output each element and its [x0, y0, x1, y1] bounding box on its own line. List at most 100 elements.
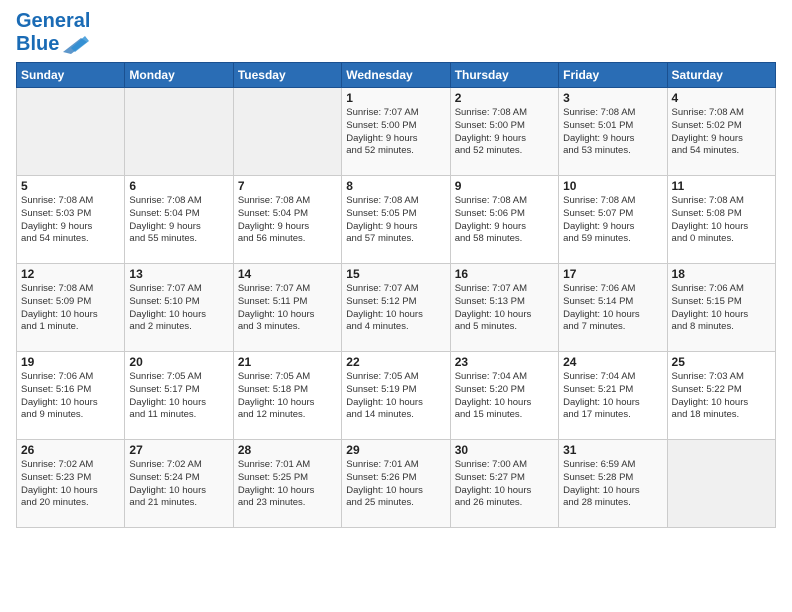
day-info: Sunrise: 6:59 AM Sunset: 5:28 PM Dayligh… — [563, 459, 662, 510]
day-info: Sunrise: 7:07 AM Sunset: 5:10 PM Dayligh… — [129, 283, 228, 334]
day-number: 12 — [21, 267, 120, 281]
day-info: Sunrise: 7:00 AM Sunset: 5:27 PM Dayligh… — [455, 459, 554, 510]
day-info: Sunrise: 7:03 AM Sunset: 5:22 PM Dayligh… — [672, 371, 771, 422]
day-info: Sunrise: 7:08 AM Sunset: 5:06 PM Dayligh… — [455, 195, 554, 246]
weekday-header-saturday: Saturday — [667, 63, 775, 88]
day-number: 30 — [455, 443, 554, 457]
day-info: Sunrise: 7:01 AM Sunset: 5:25 PM Dayligh… — [238, 459, 337, 510]
calendar-cell: 22 Sunrise: 7:05 AM Sunset: 5:19 PM Dayli… — [342, 352, 450, 440]
weekday-header-thursday: Thursday — [450, 63, 558, 88]
calendar-cell: 13 Sunrise: 7:07 AM Sunset: 5:10 PM Dayli… — [125, 264, 233, 352]
day-info: Sunrise: 7:06 AM Sunset: 5:16 PM Dayligh… — [21, 371, 120, 422]
calendar-cell: 14 Sunrise: 7:07 AM Sunset: 5:11 PM Dayli… — [233, 264, 341, 352]
day-info: Sunrise: 7:02 AM Sunset: 5:23 PM Dayligh… — [21, 459, 120, 510]
day-number: 2 — [455, 91, 554, 105]
weekday-header-friday: Friday — [559, 63, 667, 88]
day-number: 27 — [129, 443, 228, 457]
calendar-cell: 20 Sunrise: 7:05 AM Sunset: 5:17 PM Dayli… — [125, 352, 233, 440]
weekday-header-tuesday: Tuesday — [233, 63, 341, 88]
calendar-cell: 7 Sunrise: 7:08 AM Sunset: 5:04 PM Daylig… — [233, 176, 341, 264]
day-number: 13 — [129, 267, 228, 281]
day-number: 23 — [455, 355, 554, 369]
calendar-cell: 1Sunrise: 7:07 AM Sunset: 5:00 PM Daylig… — [342, 88, 450, 176]
calendar-cell — [17, 88, 125, 176]
day-number: 7 — [238, 179, 337, 193]
day-number: 6 — [129, 179, 228, 193]
calendar-cell: 31 Sunrise: 6:59 AM Sunset: 5:28 PM Dayli… — [559, 440, 667, 528]
calendar-cell — [233, 88, 341, 176]
day-number: 22 — [346, 355, 445, 369]
weekday-header-monday: Monday — [125, 63, 233, 88]
day-info: Sunrise: 7:05 AM Sunset: 5:17 PM Dayligh… — [129, 371, 228, 422]
day-info: Sunrise: 7:08 AM Sunset: 5:02 PM Dayligh… — [672, 107, 771, 158]
logo-blue: Blue — [16, 33, 90, 56]
calendar-cell: 2 Sunrise: 7:08 AM Sunset: 5:00 PM Daylig… — [450, 88, 558, 176]
day-number: 10 — [563, 179, 662, 193]
day-info: Sunrise: 7:08 AM Sunset: 5:00 PM Dayligh… — [455, 107, 554, 158]
day-info: Sunrise: 7:04 AM Sunset: 5:20 PM Dayligh… — [455, 371, 554, 422]
calendar-cell: 3Sunrise: 7:08 AM Sunset: 5:01 PM Daylig… — [559, 88, 667, 176]
page: General Blue SundayMondayTuesdayWednesda — [0, 0, 792, 612]
day-number: 11 — [672, 179, 771, 193]
day-number: 14 — [238, 267, 337, 281]
calendar-cell: 29 Sunrise: 7:01 AM Sunset: 5:26 PM Dayli… — [342, 440, 450, 528]
day-info: Sunrise: 7:01 AM Sunset: 5:26 PM Dayligh… — [346, 459, 445, 510]
calendar-cell: 5Sunrise: 7:08 AM Sunset: 5:03 PM Daylig… — [17, 176, 125, 264]
day-number: 31 — [563, 443, 662, 457]
day-number: 24 — [563, 355, 662, 369]
calendar-cell: 23 Sunrise: 7:04 AM Sunset: 5:20 PM Dayli… — [450, 352, 558, 440]
day-info: Sunrise: 7:08 AM Sunset: 5:05 PM Dayligh… — [346, 195, 445, 246]
week-row-4: 26 Sunrise: 7:02 AM Sunset: 5:23 PM Dayli… — [17, 440, 776, 528]
day-info: Sunrise: 7:08 AM Sunset: 5:09 PM Dayligh… — [21, 283, 120, 334]
calendar-cell — [125, 88, 233, 176]
day-number: 26 — [21, 443, 120, 457]
day-info: Sunrise: 7:07 AM Sunset: 5:11 PM Dayligh… — [238, 283, 337, 334]
header: General Blue — [16, 10, 776, 56]
calendar-cell: 27 Sunrise: 7:02 AM Sunset: 5:24 PM Dayli… — [125, 440, 233, 528]
day-info: Sunrise: 7:07 AM Sunset: 5:13 PM Dayligh… — [455, 283, 554, 334]
day-info: Sunrise: 7:02 AM Sunset: 5:24 PM Dayligh… — [129, 459, 228, 510]
day-info: Sunrise: 7:07 AM Sunset: 5:00 PM Dayligh… — [346, 107, 445, 158]
day-number: 20 — [129, 355, 228, 369]
day-number: 4 — [672, 91, 771, 105]
calendar-cell: 26 Sunrise: 7:02 AM Sunset: 5:23 PM Dayli… — [17, 440, 125, 528]
day-info: Sunrise: 7:05 AM Sunset: 5:19 PM Dayligh… — [346, 371, 445, 422]
calendar-cell: 25 Sunrise: 7:03 AM Sunset: 5:22 PM Dayli… — [667, 352, 775, 440]
day-info: Sunrise: 7:08 AM Sunset: 5:03 PM Dayligh… — [21, 195, 120, 246]
day-number: 28 — [238, 443, 337, 457]
calendar-cell: 9 Sunrise: 7:08 AM Sunset: 5:06 PM Daylig… — [450, 176, 558, 264]
day-info: Sunrise: 7:05 AM Sunset: 5:18 PM Dayligh… — [238, 371, 337, 422]
day-number: 15 — [346, 267, 445, 281]
day-info: Sunrise: 7:07 AM Sunset: 5:12 PM Dayligh… — [346, 283, 445, 334]
calendar-cell: 24 Sunrise: 7:04 AM Sunset: 5:21 PM Dayli… — [559, 352, 667, 440]
calendar-cell — [667, 440, 775, 528]
calendar-cell: 28 Sunrise: 7:01 AM Sunset: 5:25 PM Dayli… — [233, 440, 341, 528]
day-number: 19 — [21, 355, 120, 369]
day-info: Sunrise: 7:08 AM Sunset: 5:04 PM Dayligh… — [129, 195, 228, 246]
calendar-cell: 10 Sunrise: 7:08 AM Sunset: 5:07 PM Dayli… — [559, 176, 667, 264]
day-info: Sunrise: 7:08 AM Sunset: 5:04 PM Dayligh… — [238, 195, 337, 246]
calendar-cell: 6 Sunrise: 7:08 AM Sunset: 5:04 PM Daylig… — [125, 176, 233, 264]
day-info: Sunrise: 7:08 AM Sunset: 5:01 PM Dayligh… — [563, 107, 662, 158]
day-info: Sunrise: 7:08 AM Sunset: 5:07 PM Dayligh… — [563, 195, 662, 246]
calendar-cell: 17Sunrise: 7:06 AM Sunset: 5:14 PM Dayli… — [559, 264, 667, 352]
day-number: 18 — [672, 267, 771, 281]
week-row-2: 12 Sunrise: 7:08 AM Sunset: 5:09 PM Dayli… — [17, 264, 776, 352]
day-info: Sunrise: 7:08 AM Sunset: 5:08 PM Dayligh… — [672, 195, 771, 246]
day-number: 9 — [455, 179, 554, 193]
day-info: Sunrise: 7:04 AM Sunset: 5:21 PM Dayligh… — [563, 371, 662, 422]
calendar-cell: 12 Sunrise: 7:08 AM Sunset: 5:09 PM Dayli… — [17, 264, 125, 352]
week-row-3: 19 Sunrise: 7:06 AM Sunset: 5:16 PM Dayli… — [17, 352, 776, 440]
week-row-0: 1Sunrise: 7:07 AM Sunset: 5:00 PM Daylig… — [17, 88, 776, 176]
day-info: Sunrise: 7:06 AM Sunset: 5:15 PM Dayligh… — [672, 283, 771, 334]
calendar-cell: 4 Sunrise: 7:08 AM Sunset: 5:02 PM Daylig… — [667, 88, 775, 176]
calendar-cell: 16Sunrise: 7:07 AM Sunset: 5:13 PM Dayli… — [450, 264, 558, 352]
week-row-1: 5Sunrise: 7:08 AM Sunset: 5:03 PM Daylig… — [17, 176, 776, 264]
day-number: 25 — [672, 355, 771, 369]
calendar-cell: 8 Sunrise: 7:08 AM Sunset: 5:05 PM Daylig… — [342, 176, 450, 264]
calendar-cell: 19 Sunrise: 7:06 AM Sunset: 5:16 PM Dayli… — [17, 352, 125, 440]
calendar-cell: 18 Sunrise: 7:06 AM Sunset: 5:15 PM Dayli… — [667, 264, 775, 352]
logo-wing-icon — [61, 34, 89, 56]
day-number: 29 — [346, 443, 445, 457]
day-number: 8 — [346, 179, 445, 193]
